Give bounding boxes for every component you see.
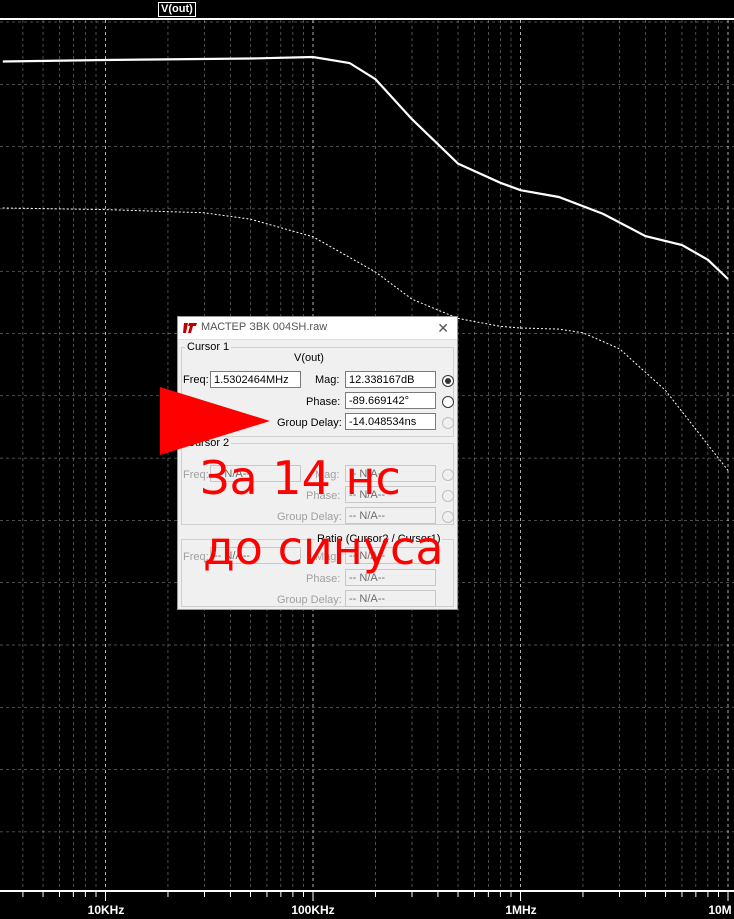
x-tick-label-10khz: 10KHz xyxy=(87,903,125,917)
cursor1-group-label: Cursor 1 xyxy=(185,341,232,353)
annotation-arrow-icon xyxy=(160,387,270,455)
cursor1-mag-radio[interactable] xyxy=(442,375,454,387)
ratio-group-delay-field[interactable]: -- N/A-- xyxy=(345,590,436,607)
x-tick-label-100khz: 100KHz xyxy=(291,903,335,917)
cursor1-signal-name: V(out) xyxy=(294,352,324,364)
close-icon[interactable]: ✕ xyxy=(437,320,449,337)
dialog-titlebar[interactable]: МАСТЕР ЗВК 004SH.raw ✕ xyxy=(178,317,457,340)
ltspice-logo-icon xyxy=(183,323,197,333)
cursor2-group-delay-radio[interactable] xyxy=(442,511,454,523)
annotation-line2: до синуса xyxy=(203,521,444,575)
cursor1-phase-radio[interactable] xyxy=(442,396,454,408)
x-axis-ticks xyxy=(22,891,729,901)
cursor1-group-delay-radio[interactable] xyxy=(442,417,454,429)
cursor1-freq-field[interactable]: 1.5302464MHz xyxy=(210,371,301,388)
trace-label[interactable]: V(out) xyxy=(158,2,196,17)
x-tick-label-1mhz: 1MHz xyxy=(505,903,537,917)
cursor1-group-delay-field[interactable]: -14.048534ns xyxy=(345,413,436,430)
x-tick-label-10m: 10M xyxy=(708,903,732,917)
cursor2-phase-radio[interactable] xyxy=(442,490,454,502)
cursor1-phase-label: Phase: xyxy=(306,396,341,408)
cursor1-mag-label: Mag: xyxy=(315,374,340,386)
cursor1-mag-field[interactable]: 12.338167dB xyxy=(345,371,436,388)
magnitude-trace xyxy=(2,55,729,280)
cursor1-group-delay-label: Group Delay: xyxy=(277,417,342,429)
ratio-group-delay-label: Group Delay: xyxy=(277,594,342,606)
dialog-title: МАСТЕР ЗВК 004SH.raw xyxy=(201,321,328,333)
cursor1-phase-field[interactable]: -89.669142° xyxy=(345,392,436,409)
cursor1-freq-label: Freq: xyxy=(183,374,209,386)
cursor2-mag-radio[interactable] xyxy=(442,469,454,481)
annotation-line1: За 14 нс xyxy=(200,451,401,505)
